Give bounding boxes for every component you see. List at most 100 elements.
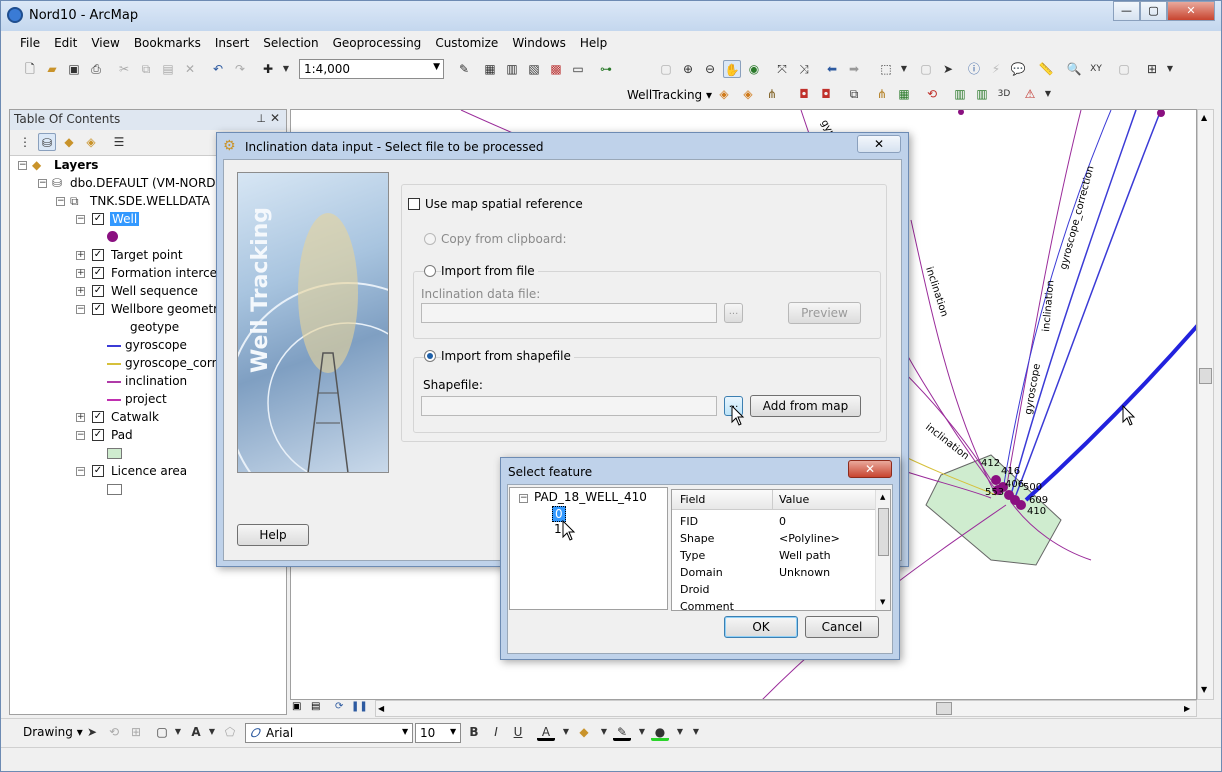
zoom-out-icon[interactable]: ⊖ [701, 60, 719, 78]
python-window-icon[interactable]: ▭ [569, 60, 587, 78]
map-scale-combobox[interactable]: 1:4,000 ▼ [299, 59, 444, 79]
delete-icon[interactable]: ✕ [181, 60, 199, 78]
rectangle-dropdown-icon[interactable]: ▼ [169, 723, 187, 741]
well-tool-10-icon[interactable]: ▥ [951, 85, 969, 103]
well-tool-2-icon[interactable]: ◈ [739, 85, 757, 103]
maximize-button[interactable]: ▢ [1140, 1, 1167, 21]
vertical-scroll-thumb[interactable] [1199, 368, 1212, 384]
clear-selection-icon[interactable]: ▢ [917, 60, 935, 78]
toc-close-icon[interactable]: ✕ [270, 111, 280, 125]
redo-icon[interactable]: ↷ [231, 60, 249, 78]
well-tool-4-icon[interactable]: ◘ [795, 85, 813, 103]
font-combobox[interactable]: 𝑂 Arial ▼ [245, 723, 413, 743]
line-color-icon[interactable]: ✎ [613, 723, 631, 741]
layer-target-point[interactable]: Target point [111, 248, 183, 262]
search-window-icon[interactable]: ▧ [525, 60, 543, 78]
catwalk-checkbox[interactable]: ✓ [92, 411, 104, 423]
go-to-xy-icon[interactable]: XY [1087, 60, 1105, 78]
toc-options-icon[interactable]: ☰ [110, 133, 128, 151]
scroll-right-icon[interactable]: ▶ [1184, 704, 1190, 713]
scroll-down-icon[interactable]: ▼ [1201, 685, 1207, 694]
pin-icon[interactable]: ⊥ [256, 112, 266, 125]
dialog-close-button[interactable]: ✕ [857, 135, 901, 153]
add-data-dropdown-icon[interactable]: ▼ [277, 60, 295, 78]
time-slider-icon[interactable]: ▢ [1115, 60, 1133, 78]
collapse-layers-icon[interactable]: − [18, 161, 27, 170]
find-icon[interactable]: 🔍 [1065, 60, 1083, 78]
licence-checkbox[interactable]: ✓ [92, 465, 104, 477]
database-item[interactable]: dbo.DEFAULT (VM-NORD-1 [70, 176, 228, 190]
forward-extent-icon[interactable]: ➡ [845, 60, 863, 78]
editor-toolbar-icon[interactable]: ✎ [455, 60, 473, 78]
feature-item-1[interactable]: 1 [554, 522, 562, 536]
html-popup-icon[interactable]: 💬 [1009, 60, 1027, 78]
menu-selection[interactable]: Selection [256, 33, 325, 53]
toolbar-overflow-icon[interactable]: ▼ [1161, 60, 1179, 78]
menu-insert[interactable]: Insert [208, 33, 256, 53]
list-by-source-icon[interactable]: ⛁ [38, 133, 56, 151]
drawing-overflow-icon[interactable]: ▼ [687, 723, 705, 741]
well-tool-1-icon[interactable]: ◈ [715, 85, 733, 103]
expand-formation-icon[interactable]: + [76, 269, 85, 278]
shapefile-input[interactable] [421, 396, 717, 416]
close-button[interactable]: ✕ [1167, 1, 1215, 21]
well-tool-12-icon[interactable]: ⚠ [1021, 85, 1039, 103]
grid-scrollbar[interactable]: ▲ ▼ [875, 490, 890, 610]
select-elements-icon[interactable]: ➤ [939, 60, 957, 78]
pad-checkbox[interactable]: ✓ [92, 429, 104, 441]
horizontal-scroll-thumb[interactable] [936, 702, 952, 715]
pause-drawing-icon[interactable]: ❚❚ [351, 701, 368, 712]
line-color-dropdown-icon[interactable]: ▼ [633, 723, 651, 741]
undo-icon[interactable]: ↶ [209, 60, 227, 78]
select-features-icon[interactable]: ⬚ [877, 60, 895, 78]
layer-pad[interactable]: Pad [111, 428, 133, 442]
text-dropdown-icon[interactable]: ▼ [203, 723, 221, 741]
collapse-pad-icon[interactable]: − [76, 431, 85, 440]
identify-icon[interactable]: ⓘ [965, 60, 983, 78]
collapse-feature-root-icon[interactable]: − [519, 494, 528, 503]
fill-color-dropdown-icon[interactable]: ▼ [595, 723, 613, 741]
welldata-group[interactable]: TNK.SDE.WELLDATA [90, 194, 210, 208]
incl-browse-button[interactable]: ... [724, 303, 743, 323]
well-tool-7-icon[interactable]: ⋔ [873, 85, 891, 103]
well-tool-5-icon[interactable]: ◘ [817, 85, 835, 103]
expand-catwalk-icon[interactable]: + [76, 413, 85, 422]
well-tool-3-icon[interactable]: ⋔ [763, 85, 781, 103]
layout-view-icon[interactable]: ▤ [311, 701, 320, 712]
well-tool-9-icon[interactable]: ⟲ [923, 85, 941, 103]
underline-icon[interactable]: U [509, 723, 527, 741]
scroll-up-icon[interactable]: ▲ [1201, 113, 1207, 122]
add-from-map-button[interactable]: Add from map [750, 395, 861, 417]
layer-well[interactable]: Well [110, 212, 140, 226]
menu-customize[interactable]: Customize [428, 33, 505, 53]
zoom-whole-page-icon[interactable]: ⊞ [127, 723, 145, 741]
collapse-licence-icon[interactable]: − [76, 467, 85, 476]
menu-windows[interactable]: Windows [505, 33, 573, 53]
well-3d-icon[interactable]: 3D [995, 85, 1013, 103]
italic-icon[interactable]: I [487, 723, 505, 741]
sequence-checkbox[interactable]: ✓ [92, 285, 104, 297]
layer-licence-area[interactable]: Licence area [111, 464, 187, 478]
copy-clipboard-radio[interactable] [424, 233, 436, 245]
scroll-up-icon[interactable]: ▲ [880, 493, 885, 501]
well-tool-11-icon[interactable]: ▥ [973, 85, 991, 103]
layers-root[interactable]: Layers [54, 158, 98, 172]
collapse-group-icon[interactable]: − [56, 197, 65, 206]
incl-file-input[interactable] [421, 303, 717, 323]
formation-checkbox[interactable]: ✓ [92, 267, 104, 279]
ok-button[interactable]: OK [724, 616, 798, 638]
import-file-radio[interactable] [424, 265, 436, 277]
collapse-db-icon[interactable]: − [38, 179, 47, 188]
fixed-zoom-out-icon[interactable]: ⤨ [795, 60, 813, 78]
list-by-visibility-icon[interactable]: ◆ [60, 133, 78, 151]
menu-file[interactable]: File [13, 33, 47, 53]
feature-tree-root[interactable]: PAD_18_WELL_410 [534, 490, 647, 504]
fixed-zoom-in-icon[interactable]: ⤧ [773, 60, 791, 78]
arctoolbox-icon[interactable]: ▩ [547, 60, 565, 78]
cut-icon[interactable]: ✂ [115, 60, 133, 78]
add-data-icon[interactable]: ✚ [259, 60, 277, 78]
layer-well-sequence[interactable]: Well sequence [111, 284, 198, 298]
zoom-frame-icon[interactable]: ▢ [657, 60, 675, 78]
model-builder-icon[interactable]: ⊶ [597, 60, 615, 78]
print-icon[interactable]: ⎙ [87, 60, 105, 78]
